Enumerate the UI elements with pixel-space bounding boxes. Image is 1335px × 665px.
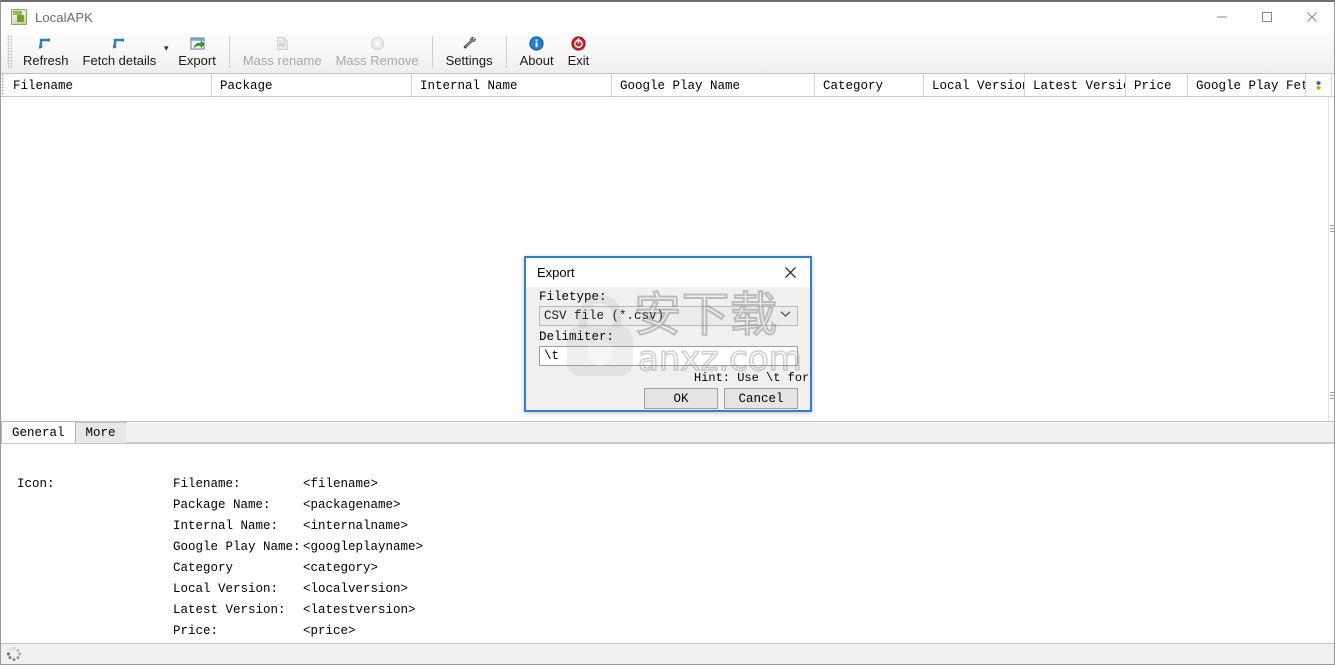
tabstrip-filler — [125, 423, 1334, 443]
detail-field-key: Local Version: — [173, 582, 279, 596]
column-header-latest-version[interactable]: Latest Version — [1025, 74, 1126, 97]
delimiter-label: Delimiter: — [539, 330, 615, 344]
column-header-google-play-name[interactable]: Google Play Name — [612, 74, 815, 97]
apk-icon — [11, 9, 27, 25]
toolbar-grip[interactable] — [7, 35, 12, 69]
toolbar-button-fetch-details[interactable]: Fetch details — [76, 32, 164, 73]
toolbar-separator — [228, 36, 230, 68]
detail-field-key: Latest Version: — [173, 603, 286, 617]
column-header-google-play-fetch[interactable]: Google Play Fetch — [1188, 74, 1306, 97]
detail-panel: General More Icon: Filename: <filename> … — [1, 421, 1334, 646]
status-bar — [1, 643, 1334, 664]
power-icon — [569, 34, 587, 52]
detail-field-value: <internalname> — [303, 519, 409, 533]
wrench-icon — [460, 34, 478, 52]
dialog-title: Export — [537, 265, 575, 280]
toolbar-button-mass-rename[interactable]: Mass rename — [236, 32, 329, 73]
toolbar: Refresh Fetch details ▾ Export Mass rena… — [1, 32, 1334, 74]
dialog-title-bar: Export — [526, 258, 810, 287]
close-icon[interactable] — [1289, 2, 1334, 32]
export-icon — [188, 34, 206, 52]
detail-field-key: Internal Name: — [173, 519, 279, 533]
detail-field-value: <category> — [303, 561, 379, 575]
detail-field-category: Category <category> — [173, 561, 423, 582]
detail-field-key: Price: — [173, 624, 219, 638]
detail-field-latest-version: Latest Version: <latestversion> — [173, 603, 423, 624]
delimiter-hint: Hint: Use \t for t — [694, 371, 812, 385]
toolbar-label: Refresh — [23, 53, 69, 68]
maximize-icon[interactable] — [1244, 2, 1289, 32]
toolbar-label: Export — [178, 53, 216, 68]
detail-fields: Filename: <filename> Package Name: <pack… — [173, 477, 423, 645]
toolbar-button-exit[interactable]: Exit — [561, 32, 597, 73]
toolbar-label: Mass Remove — [335, 53, 419, 68]
delimiter-input-value: \t — [544, 349, 560, 363]
vertical-scrollbar[interactable] — [1328, 97, 1334, 421]
column-header-internal-name[interactable]: Internal Name — [412, 74, 612, 97]
close-icon[interactable] — [770, 258, 810, 287]
detail-field-local-version: Local Version: <localversion> — [173, 582, 423, 603]
column-header-package[interactable]: Package — [212, 74, 412, 97]
detail-field-value: <price> — [303, 624, 356, 638]
info-icon — [528, 34, 546, 52]
dialog-body: Filetype: CSV file (*.csv) Delimiter: \t… — [526, 287, 810, 410]
list-column-header: Filename Package Internal Name Google Pl… — [1, 74, 1334, 97]
column-header-category[interactable]: Category — [815, 74, 924, 97]
export-dialog: Export Filetype: CSV file (*.csv) Delimi… — [524, 256, 812, 412]
detail-field-google-play-name: Google Play Name: <googleplayname> — [173, 540, 423, 561]
detail-field-key: Google Play Name: — [173, 540, 301, 554]
toolbar-label: About — [519, 53, 554, 68]
tab-general[interactable]: General — [1, 421, 76, 443]
toolbar-separator — [431, 36, 433, 68]
detail-field-price: Price: <price> — [173, 624, 423, 645]
detail-field-filename: Filename: <filename> — [173, 477, 423, 498]
tab-more[interactable]: More — [74, 422, 127, 443]
chevron-down-icon — [780, 310, 791, 322]
refresh-icon — [110, 34, 128, 52]
column-header-local-version[interactable]: Local Version — [924, 74, 1025, 97]
filetype-label: Filetype: — [539, 290, 607, 304]
detail-general-body: Icon: Filename: <filename> Package Name:… — [1, 444, 1334, 646]
detail-field-value: <localversion> — [303, 582, 409, 596]
toolbar-label: Exit — [567, 53, 590, 68]
toolbar-button-settings[interactable]: Settings — [439, 32, 500, 73]
detail-field-value: <packagename> — [303, 498, 401, 512]
minimize-icon[interactable] — [1199, 2, 1244, 32]
detail-icon-label: Icon: — [17, 477, 55, 491]
detail-field-value: <latestversion> — [303, 603, 416, 617]
toolbar-button-export[interactable]: Export — [171, 32, 223, 73]
cancel-button[interactable]: Cancel — [724, 388, 798, 409]
detail-field-value: <googleplayname> — [303, 540, 424, 554]
detail-field-key: Filename: — [173, 477, 241, 491]
detail-field-value: <filename> — [303, 477, 379, 491]
toolbar-label: Settings — [445, 53, 493, 68]
toolbar-label: Mass rename — [242, 53, 322, 68]
window-controls — [1199, 2, 1334, 32]
filetype-selected-value: CSV file (*.csv) — [544, 309, 665, 323]
detail-field-key: Package Name: — [173, 498, 271, 512]
delimiter-input[interactable]: \t — [539, 346, 798, 366]
toolbar-button-mass-remove[interactable]: Mass Remove — [329, 32, 426, 73]
toolbar-label: Fetch details — [82, 53, 157, 68]
detail-field-key: Category — [173, 561, 234, 575]
busy-spinner-icon — [6, 646, 22, 662]
remove-icon — [368, 34, 386, 52]
window-title: LocalAPK — [35, 9, 93, 25]
title-bar: LocalAPK — [1, 2, 1334, 32]
toolbar-separator — [505, 36, 507, 68]
detail-tabstrip: General More — [1, 421, 1334, 444]
sort-indicator-icon[interactable] — [1306, 74, 1332, 97]
detail-field-internal-name: Internal Name: <internalname> — [173, 519, 423, 540]
refresh-icon — [37, 34, 55, 52]
detail-field-package-name: Package Name: <packagename> — [173, 498, 423, 519]
column-header-filename[interactable]: Filename — [5, 74, 212, 97]
ok-button[interactable]: OK — [644, 388, 718, 409]
toolbar-button-refresh[interactable]: Refresh — [16, 32, 76, 73]
filetype-select[interactable]: CSV file (*.csv) — [539, 306, 798, 326]
column-header-price[interactable]: Price — [1126, 74, 1188, 97]
toolbar-button-about[interactable]: About — [513, 32, 561, 73]
rename-icon — [273, 34, 291, 52]
application-window: LocalAPK Refresh Fetch details ▾ Export … — [0, 0, 1335, 665]
